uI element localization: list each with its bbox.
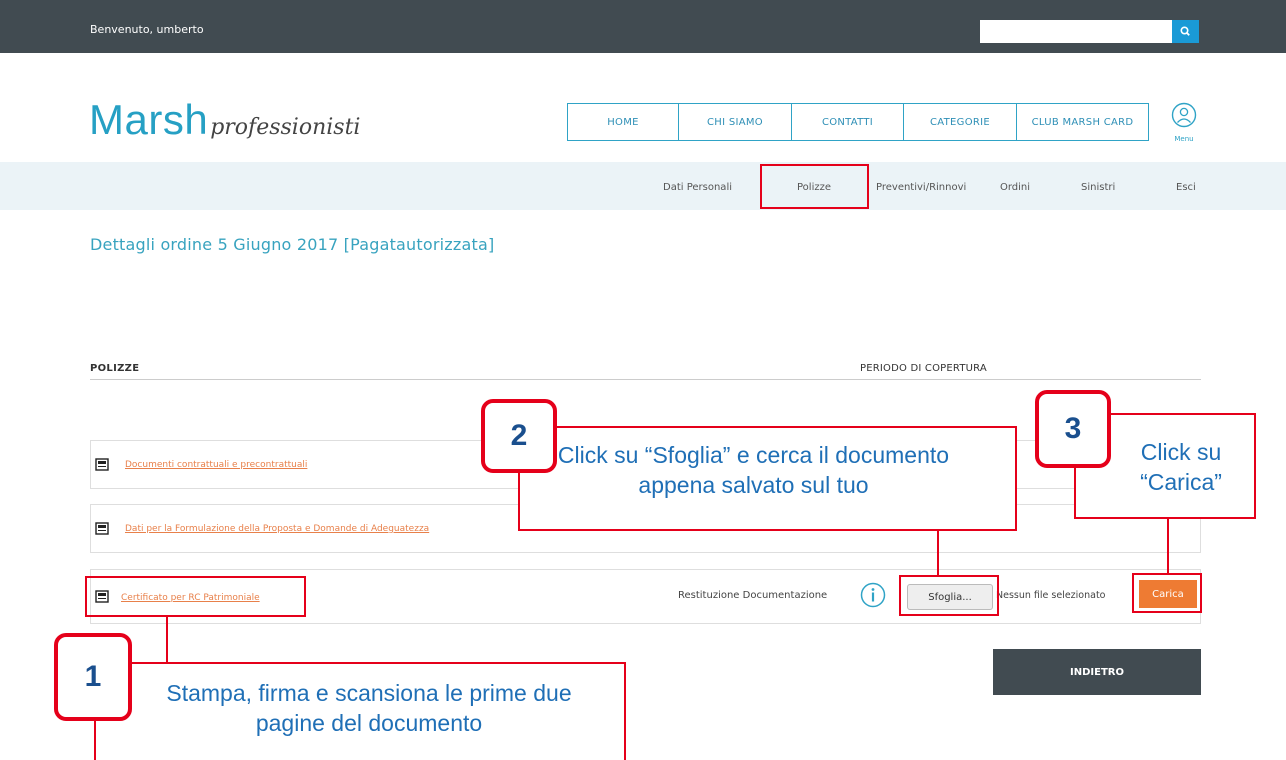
document-link[interactable]: Certificato per RC Patrimoniale (121, 593, 260, 603)
browse-button[interactable]: Sfoglia... (907, 584, 993, 610)
sub-nav: Dati Personali Polizze Preventivi/Rinnov… (0, 162, 1286, 210)
document-link[interactable]: Dati per la Formulazione della Proposta … (125, 524, 429, 534)
logo-main: Marsh (89, 96, 209, 143)
top-bar: Benvenuto, umberto (0, 0, 1286, 53)
menu-label: Menu (1174, 135, 1194, 143)
callout-step-2: Click su “Sfoglia” e cerca il documento … (518, 426, 1017, 531)
search-icon (1180, 26, 1190, 36)
subnav-polizze[interactable]: Polizze (797, 182, 831, 193)
connector-line (166, 617, 168, 663)
connector-line (1167, 518, 1169, 574)
menu-button[interactable]: Menu (1164, 102, 1204, 144)
subnav-ordini[interactable]: Ordini (1000, 182, 1030, 193)
restituzione-label: Restituzione Documentazione (678, 590, 828, 601)
subnav-preventivi-rinnovi[interactable]: Preventivi/Rinnovi (876, 182, 966, 193)
no-file-selected-text: Nessun file selezionato (996, 590, 1106, 601)
step-number-badge: 3 (1035, 390, 1111, 468)
nav-home[interactable]: HOME (568, 104, 679, 140)
nav-club-marsh-card[interactable]: CLUB MARSH CARD (1017, 104, 1148, 140)
back-button[interactable]: INDIETRO (993, 649, 1201, 695)
header-periodo-copertura: PERIODO DI COPERTURA (860, 363, 987, 374)
document-icon (95, 458, 109, 471)
document-icon (95, 590, 109, 603)
nav-contatti[interactable]: CONTATTI (792, 104, 904, 140)
logo-sub: professionisti (210, 115, 361, 140)
search-button[interactable] (1172, 20, 1199, 43)
user-icon (1171, 102, 1197, 128)
nav-categorie[interactable]: CATEGORIE (904, 104, 1017, 140)
callout-text: Click su “Carica” (1140, 439, 1222, 495)
header-divider (90, 379, 1201, 380)
header-polizze: POLIZZE (90, 363, 140, 374)
callout-step-1: Stampa, firma e scansiona le prime due p… (94, 662, 626, 760)
document-link[interactable]: Documenti contrattuali e precontrattuali (125, 460, 307, 470)
subnav-dati-personali[interactable]: Dati Personali (663, 182, 732, 193)
subnav-sinistri[interactable]: Sinistri (1081, 182, 1115, 193)
step-number-badge: 1 (54, 633, 132, 721)
info-icon[interactable] (860, 582, 886, 608)
subnav-esci[interactable]: Esci (1176, 182, 1196, 193)
connector-line (937, 530, 939, 576)
logo[interactable]: Marshprofessionisti (89, 96, 360, 144)
callout-text: Stampa, firma e scansiona le prime due p… (166, 680, 572, 736)
welcome-text: Benvenuto, umberto (90, 23, 204, 36)
search-input[interactable] (980, 20, 1172, 43)
upload-button[interactable]: Carica (1139, 580, 1197, 608)
document-icon (95, 522, 109, 535)
nav-chi-siamo[interactable]: CHI SIAMO (679, 104, 792, 140)
page-title: Dettagli ordine 5 Giugno 2017 [Pagatauto… (90, 235, 495, 254)
step-number-badge: 2 (481, 399, 557, 473)
main-nav: HOME CHI SIAMO CONTATTI CATEGORIE CLUB M… (567, 103, 1149, 141)
callout-text: Click su “Sfoglia” e cerca il documento … (557, 442, 950, 498)
